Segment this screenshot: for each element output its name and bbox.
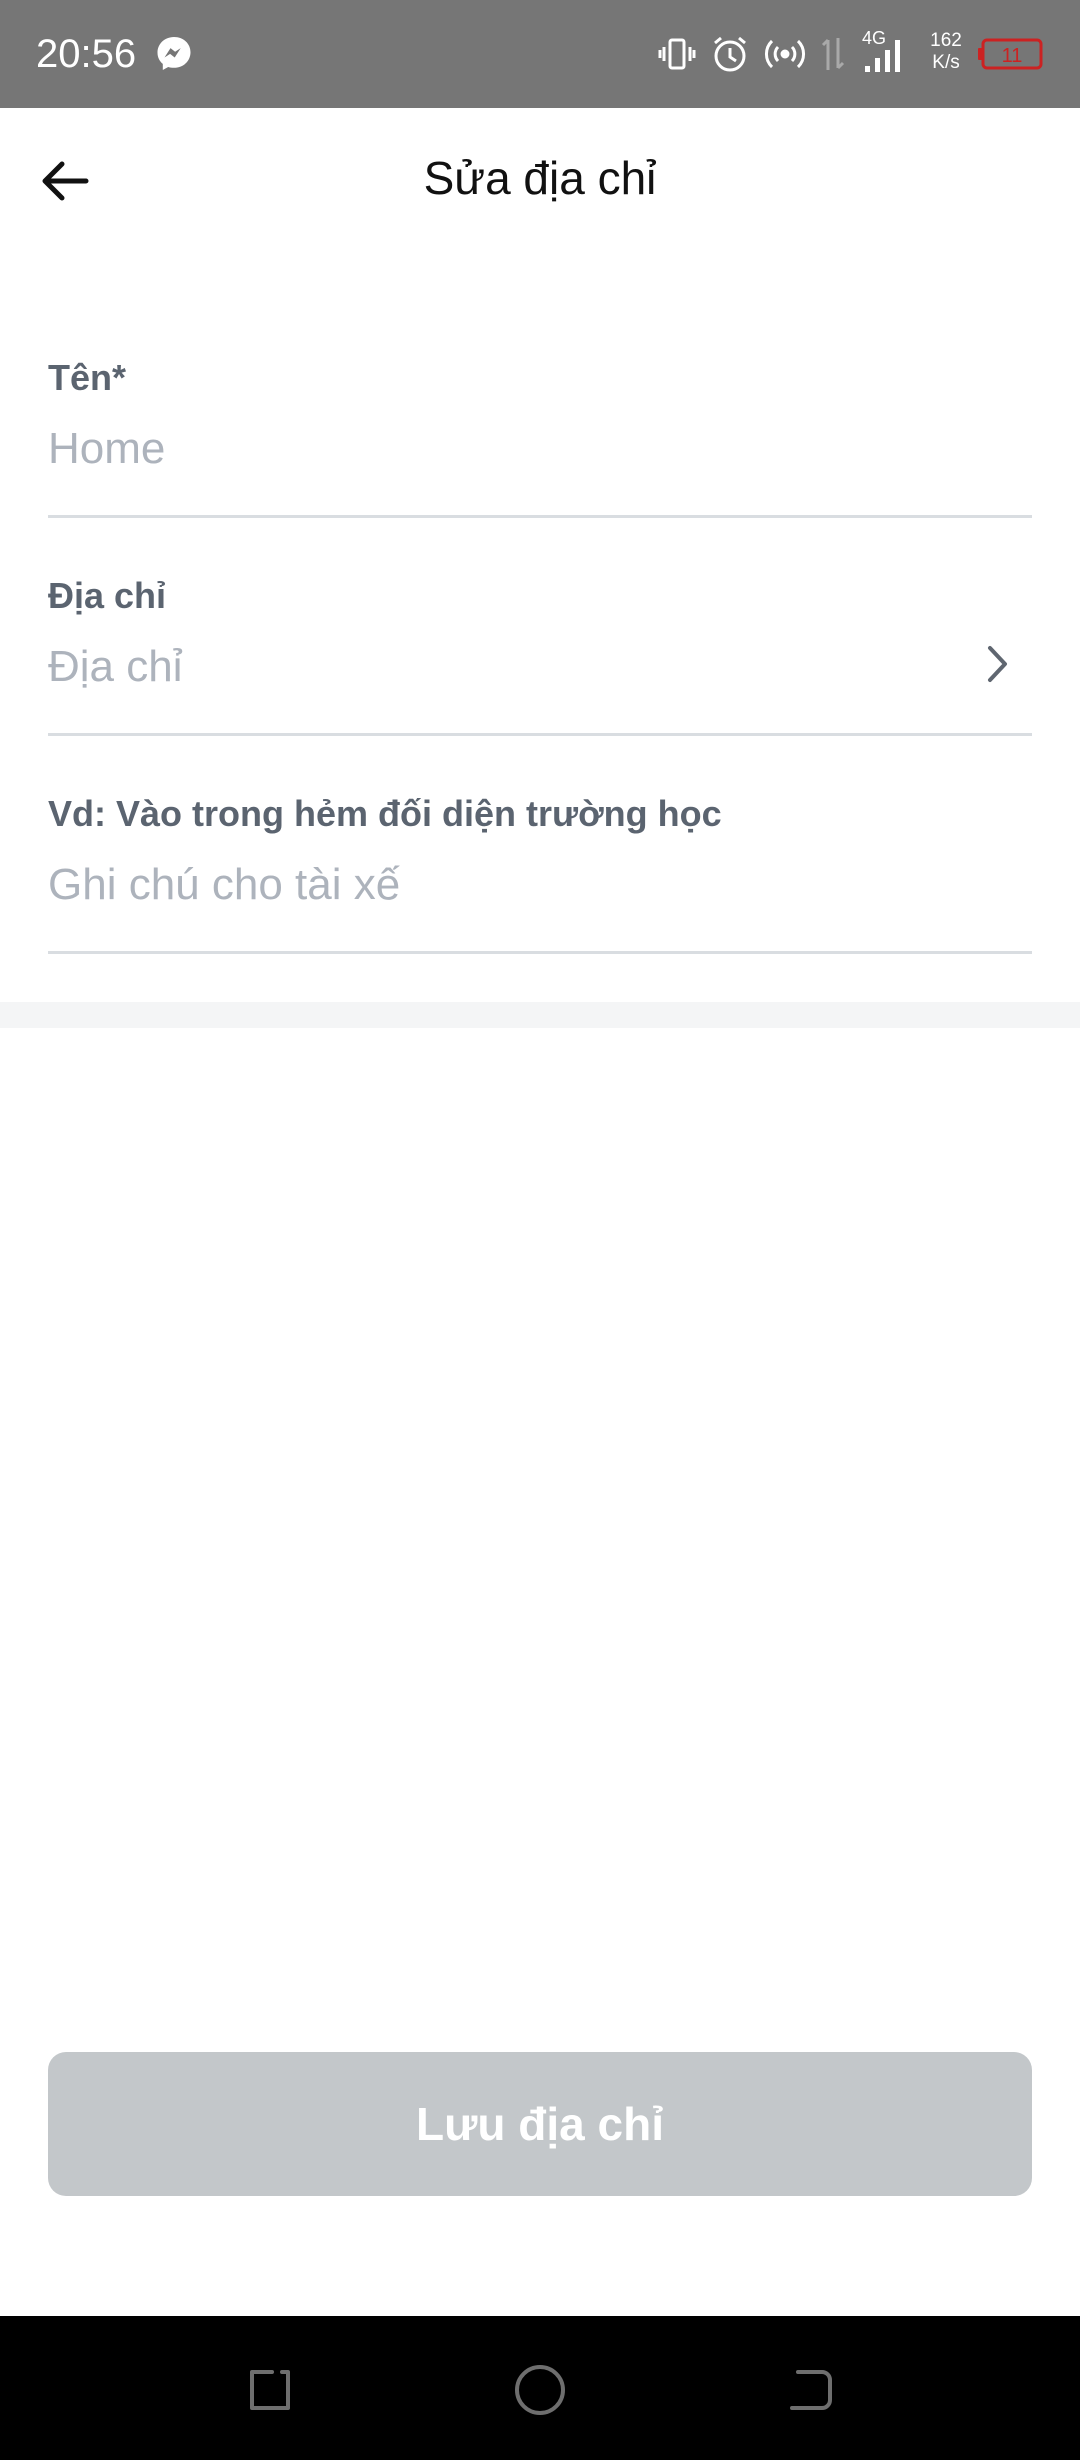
- note-label: Vd: Vào trong hẻm đối diện trường học: [48, 793, 722, 834]
- alarm-icon: [708, 30, 752, 78]
- name-label: Tên*: [48, 357, 127, 398]
- system-nav-bar: [0, 2316, 1080, 2460]
- note-input[interactable]: [48, 850, 948, 920]
- screen: 20:56 4G 162 K/s 11 Sửa địa chỉ Tên* Hom…: [0, 0, 1080, 2460]
- recent-apps-icon: [250, 2370, 290, 2410]
- messenger-icon: [152, 30, 196, 78]
- note-field: Vd: Vào trong hẻm đối diện trường học: [48, 792, 1032, 954]
- address-chevron[interactable]: [972, 634, 1022, 694]
- chevron-right-icon: [988, 646, 1007, 682]
- app-header: Sửa địa chỉ: [0, 108, 1080, 248]
- network-speed-unit: K/s: [932, 52, 960, 73]
- signal-icon: [860, 30, 910, 78]
- vibrate-icon: [656, 30, 698, 78]
- address-field[interactable]: Địa chỉ: [48, 574, 1032, 736]
- home-icon: [515, 2365, 565, 2415]
- data-arrows-icon: [818, 30, 848, 78]
- recent-apps-button[interactable]: [240, 2360, 300, 2420]
- page-title: Sửa địa chỉ: [423, 152, 657, 204]
- save-address-button[interactable]: Lưu địa chỉ: [48, 2052, 1032, 2196]
- section-divider: [0, 1002, 1080, 1028]
- name-field: Tên*: [48, 356, 1032, 518]
- network-speed: 162 K/s: [924, 30, 968, 74]
- address-label: Địa chỉ: [48, 575, 167, 616]
- home-button[interactable]: [510, 2360, 570, 2420]
- status-bar: 20:56 4G 162 K/s 11: [0, 0, 1080, 108]
- address-input[interactable]: [48, 632, 948, 702]
- system-back-button[interactable]: [780, 2360, 840, 2420]
- battery-level: 11: [1002, 45, 1023, 67]
- name-input[interactable]: [48, 414, 948, 484]
- battery-icon: 11: [976, 30, 1046, 78]
- back-icon: [790, 2370, 832, 2410]
- hotspot-icon: [762, 30, 808, 78]
- network-speed-value: 162: [930, 30, 962, 51]
- status-time: 20:56: [36, 32, 137, 76]
